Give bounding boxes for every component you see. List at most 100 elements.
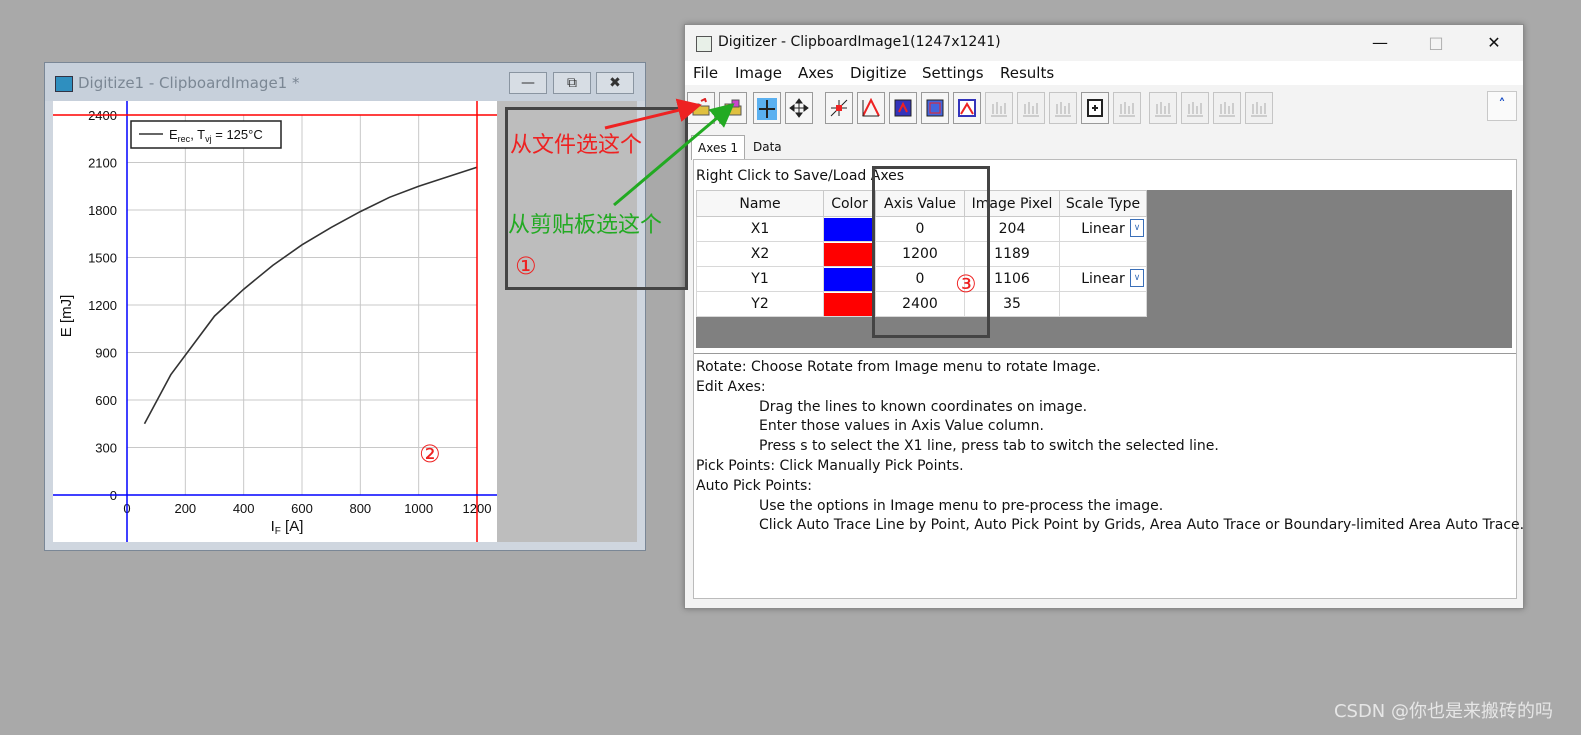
close-button[interactable]: ✕ [1471, 30, 1517, 56]
disabled-1-button[interactable] [985, 92, 1013, 124]
help-line: Drag the lines to known coordinates on i… [759, 398, 1088, 415]
x-tick-label: 800 [349, 501, 371, 516]
y-tick-label: 1800 [88, 203, 117, 218]
disabled-8-button[interactable] [1245, 92, 1273, 124]
divider [694, 353, 1516, 354]
color-swatch [824, 267, 875, 291]
tab-axes-1[interactable]: Axes 1 [691, 135, 746, 160]
x-tick-label: 600 [291, 501, 313, 516]
header-color[interactable]: Color [823, 190, 876, 217]
edit-axes-button[interactable] [753, 92, 781, 124]
watermark: CSDN @你也是来搬砖的吗 [1333, 701, 1553, 722]
disabled-3-button[interactable] [1049, 92, 1077, 124]
minimize-button[interactable]: — [509, 72, 547, 94]
series-line [143, 166, 478, 425]
scale-type-cell[interactable]: Linear ∨ [1059, 216, 1147, 242]
annotation-circle-1: ① [515, 252, 537, 280]
axes-panel: Right Click to Save/Load Axes Name Color… [693, 159, 1524, 599]
axis-name-cell[interactable]: Y1 [696, 266, 824, 292]
x-tick-label: 400 [233, 501, 255, 516]
axis-name-cell[interactable]: X1 [696, 216, 824, 242]
disabled-4-button[interactable] [1113, 92, 1141, 124]
annotation-green-text: 从剪贴板选这个 [508, 213, 663, 238]
menu-settings[interactable]: Settings [922, 64, 984, 82]
fit-page-button[interactable] [1081, 92, 1109, 124]
color-swatch [824, 292, 875, 316]
chevron-down-icon[interactable]: ∨ [1130, 219, 1144, 237]
y-tick-label: 900 [95, 346, 117, 361]
axis-color-cell[interactable] [823, 241, 876, 267]
disabled-6-button[interactable] [1181, 92, 1209, 124]
scale-type-value: Linear [1081, 271, 1125, 287]
help-line: Enter those values in Axis Value column. [759, 418, 1044, 435]
digitizer-window[interactable]: Digitizer - ClipboardImage1(1247x1241) —… [684, 24, 1524, 609]
area-trace-button[interactable] [921, 92, 949, 124]
header-name[interactable]: Name [696, 190, 824, 217]
help-line: Edit Axes: [696, 378, 766, 395]
x-tick-label: 1000 [404, 501, 433, 516]
scale-type-value: Linear [1081, 221, 1125, 237]
color-swatch [824, 242, 875, 266]
restore-button[interactable]: ⧉ [553, 72, 591, 94]
annotation-box-axis-value [872, 166, 990, 338]
open-file-button[interactable] [687, 92, 715, 124]
y-tick-label: 300 [95, 441, 117, 456]
move-axes-button[interactable] [785, 92, 813, 124]
help-line: Rotate: Choose Rotate from Image menu to… [696, 359, 1101, 375]
axis-name-cell[interactable]: X2 [696, 241, 824, 267]
disabled-7-button[interactable] [1213, 92, 1241, 124]
maximize-button[interactable]: □ [1413, 30, 1459, 56]
help-line: Click Auto Trace Line by Point, Auto Pic… [759, 517, 1525, 534]
disabled-2-button[interactable] [1017, 92, 1045, 124]
tab-data[interactable]: Data [747, 135, 788, 159]
annotation-circle-2: ② [419, 440, 441, 468]
help-line: Pick Points: Click Manually Pick Points. [696, 457, 964, 474]
color-swatch [824, 217, 875, 241]
gridlines [126, 114, 478, 496]
help-line: Use the options in Image menu to pre-pro… [759, 497, 1164, 514]
paste-clipboard-button[interactable] [719, 92, 747, 124]
window-title: Digitizer - ClipboardImage1(1247x1241) [718, 34, 1001, 50]
boundary-trace-button[interactable] [953, 92, 981, 124]
header-scale-type[interactable]: Scale Type [1059, 190, 1147, 217]
pick-grid-button[interactable] [889, 92, 917, 124]
collapse-toolbar-button[interactable]: ˄ [1487, 91, 1517, 121]
child-titlebar[interactable]: Digitize1 - ClipboardImage1 * — ⧉ ✖ [45, 63, 645, 101]
y-tick-label: 2100 [88, 156, 117, 171]
y-tick-labels: 030060090012001500180021002400 [88, 108, 117, 503]
scale-type-cell[interactable] [1059, 291, 1147, 317]
chevron-down-icon[interactable]: ∨ [1130, 269, 1144, 287]
axis-name-cell[interactable]: Y2 [696, 291, 824, 317]
scale-type-cell[interactable]: Linear ∨ [1059, 266, 1147, 292]
auto-trace-button[interactable] [857, 92, 885, 124]
titlebar[interactable]: Digitizer - ClipboardImage1(1247x1241) —… [685, 25, 1523, 61]
x-tick-label: 200 [174, 501, 196, 516]
menu-results[interactable]: Results [1000, 64, 1054, 82]
app-icon [55, 76, 73, 92]
axis-color-cell[interactable] [823, 266, 876, 292]
y-axis-label: E [mJ] [58, 295, 75, 338]
manual-pick-button[interactable] [825, 92, 853, 124]
menu-image[interactable]: Image [735, 64, 782, 82]
menu-digitize[interactable]: Digitize [850, 64, 907, 82]
scale-type-cell[interactable] [1059, 241, 1147, 267]
axis-color-cell[interactable] [823, 216, 876, 242]
close-button[interactable]: ✖ [596, 72, 634, 94]
help-line: Auto Pick Points: [696, 477, 813, 494]
annotation-circle-3: ③ [955, 270, 977, 298]
menu-axes[interactable]: Axes [798, 64, 834, 82]
minimize-button[interactable]: — [1357, 30, 1403, 56]
chart-svg: 030060090012001500180021002400 020040060… [53, 101, 497, 542]
app-icon [696, 36, 712, 52]
axis-color-cell[interactable] [823, 291, 876, 317]
annotation-red-text: 从文件选这个 [510, 133, 643, 158]
toolbar [685, 87, 1523, 129]
child-window-title: Digitize1 - ClipboardImage1 * [78, 74, 300, 92]
x-tick-labels: 020040060080010001200 [123, 501, 491, 516]
digitizer-axis-lines[interactable] [53, 101, 497, 542]
menu-bar: File Image Axes Digitize Settings Result… [685, 61, 1523, 85]
x-axis-label: IF [A] [271, 518, 304, 537]
disabled-5-button[interactable] [1149, 92, 1177, 124]
help-line: Press s to select the X1 line, press tab… [759, 438, 1219, 455]
menu-file[interactable]: File [693, 64, 718, 82]
